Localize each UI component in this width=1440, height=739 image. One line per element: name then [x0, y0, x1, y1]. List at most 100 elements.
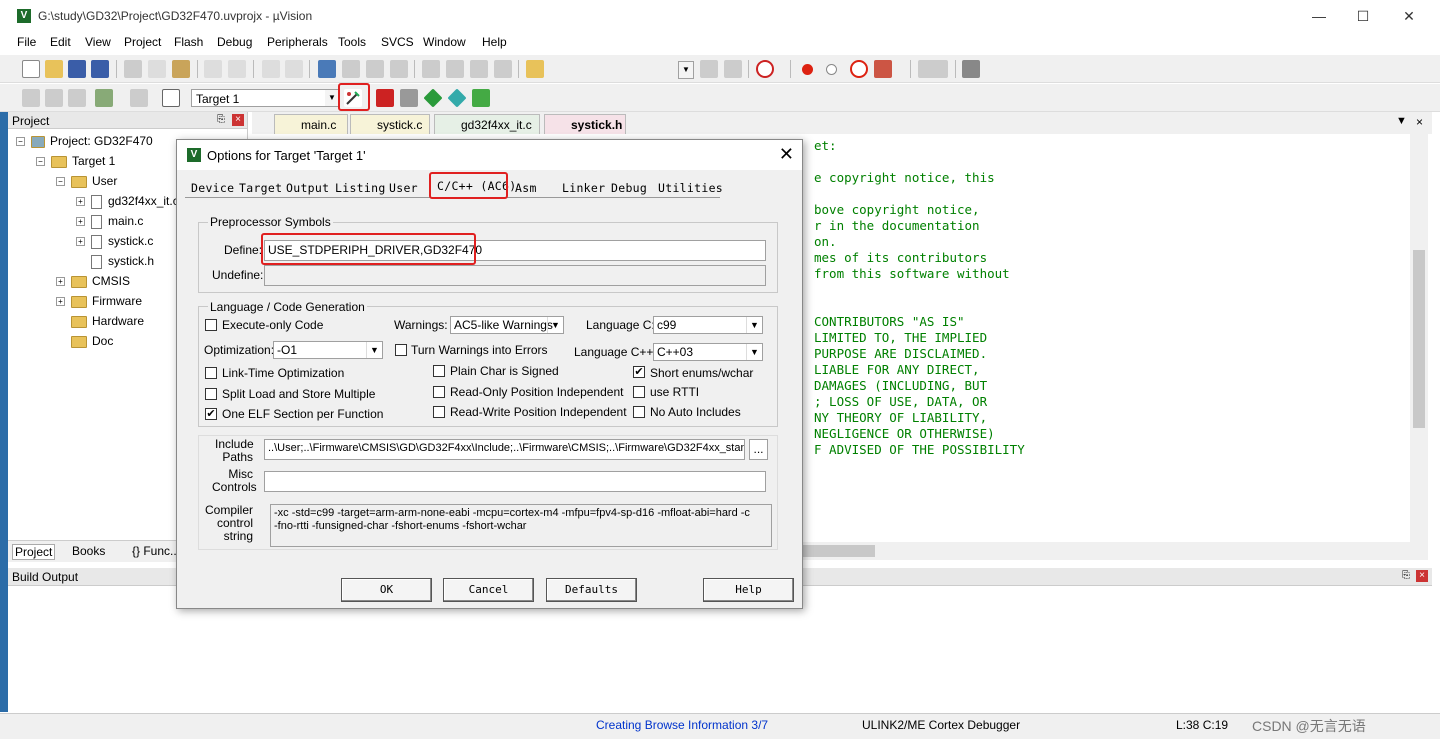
editor-tab-it[interactable]: gd32f4xx_it.c	[434, 114, 540, 134]
pin-icon[interactable]: ⎘	[1400, 570, 1412, 582]
prev-bookmark-icon[interactable]	[342, 60, 360, 78]
debug-session-icon[interactable]	[756, 60, 774, 78]
find-combo[interactable]: ▼	[678, 61, 694, 79]
tree-group-user[interactable]: − User	[56, 174, 117, 188]
nav-back-icon[interactable]	[262, 60, 280, 78]
scroll-thumb[interactable]	[800, 545, 875, 557]
tab-user[interactable]: User	[389, 180, 418, 197]
close-editor-icon[interactable]: ×	[1416, 115, 1423, 129]
include-browse-button[interactable]: ...	[749, 439, 768, 460]
menu-project[interactable]: Project	[124, 35, 161, 49]
build-icon[interactable]	[45, 89, 63, 107]
tab-project[interactable]: Project	[12, 544, 56, 560]
target-select[interactable]: Target 1 ▼	[191, 89, 340, 107]
window-layout-icon[interactable]	[918, 60, 948, 78]
tab-device[interactable]: Device	[191, 180, 234, 197]
comment-icon[interactable]	[470, 60, 488, 78]
batch-build-icon[interactable]	[95, 89, 113, 107]
tree-group-firmware[interactable]: + Firmware	[56, 294, 142, 308]
nav-forward-icon[interactable]	[285, 60, 303, 78]
save-all-icon[interactable]	[91, 60, 109, 78]
editor-tab-systick-h[interactable]: systick.h	[544, 114, 626, 134]
tree-group-doc[interactable]: Doc	[71, 334, 113, 348]
help-button[interactable]: Help	[703, 578, 794, 602]
language-cpp-select[interactable]: C++03 ▼	[653, 343, 763, 361]
dialog-close-button[interactable]: ✕	[779, 144, 794, 164]
tree-file-systick-c[interactable]: + systick.c	[76, 234, 153, 249]
tree-file-it[interactable]: + gd32f4xx_it.c	[76, 194, 179, 209]
tree-project[interactable]: − Project: GD32F470	[16, 134, 153, 148]
use-rtti-checkbox[interactable]	[633, 386, 645, 398]
paste-icon[interactable]	[172, 60, 190, 78]
configure-icon[interactable]	[962, 60, 980, 78]
editor-vertical-scrollbar[interactable]	[1410, 134, 1428, 542]
menu-debug[interactable]: Debug	[217, 35, 252, 49]
new-file-icon[interactable]	[22, 60, 40, 78]
kill-breakpoints-icon[interactable]	[850, 60, 868, 78]
bookmark-icon[interactable]	[318, 60, 336, 78]
incremental-find-icon[interactable]	[724, 60, 742, 78]
translate-icon[interactable]	[22, 89, 40, 107]
download-icon[interactable]	[162, 89, 180, 107]
tab-listing[interactable]: Listing	[335, 180, 386, 197]
editor-horizontal-scrollbar[interactable]	[800, 542, 1428, 560]
minimize-button[interactable]: —	[1296, 4, 1342, 28]
tab-linker[interactable]: Linker	[562, 180, 605, 197]
cancel-button[interactable]: Cancel	[443, 578, 534, 602]
menu-svcs[interactable]: SVCS	[381, 35, 414, 49]
close-window-button[interactable]: ✕	[1386, 4, 1432, 28]
rwpi-checkbox[interactable]	[433, 406, 445, 418]
warnings-select[interactable]: AC5-like Warnings ▼	[450, 316, 564, 334]
editor-tab-main[interactable]: main.c	[274, 114, 348, 134]
cut-icon[interactable]	[124, 60, 142, 78]
copy-icon[interactable]	[148, 60, 166, 78]
select-packs-icon[interactable]	[447, 88, 467, 108]
rebuild-icon[interactable]	[68, 89, 86, 107]
kill-all-breakpoints-icon[interactable]	[874, 60, 892, 78]
manage-project-icon[interactable]	[376, 89, 394, 107]
lto-checkbox[interactable]	[205, 367, 217, 379]
defaults-button[interactable]: Defaults	[546, 578, 637, 602]
tab-utilities[interactable]: Utilities	[658, 180, 723, 197]
optimization-select[interactable]: -O1 ▼	[273, 341, 383, 359]
pack-installer-icon[interactable]	[423, 88, 443, 108]
pin-icon[interactable]: ⎘	[215, 114, 227, 126]
tab-target[interactable]: Target	[239, 180, 282, 197]
breakpoint-icon[interactable]	[802, 64, 813, 75]
include-paths-input[interactable]: ..\User;..\Firmware\CMSIS\GD\GD32F4xx\In…	[264, 439, 745, 460]
menu-view[interactable]: View	[85, 35, 111, 49]
scroll-thumb[interactable]	[1413, 250, 1425, 428]
close-pane-icon[interactable]: ×	[1416, 570, 1428, 582]
close-pane-icon[interactable]: ×	[232, 114, 244, 126]
tab-output[interactable]: Output	[286, 180, 329, 197]
plain-char-checkbox[interactable]	[433, 365, 445, 377]
language-c-select[interactable]: c99 ▼	[653, 316, 763, 334]
menu-flash[interactable]: Flash	[174, 35, 203, 49]
tab-debug[interactable]: Debug	[611, 180, 647, 197]
menu-help[interactable]: Help	[482, 35, 507, 49]
next-bookmark-icon[interactable]	[366, 60, 384, 78]
editor-tab-systick-c[interactable]: systick.c	[350, 114, 430, 134]
execute-only-checkbox[interactable]	[205, 319, 217, 331]
split-ldm-checkbox[interactable]	[205, 388, 217, 400]
ok-button[interactable]: OK	[341, 578, 432, 602]
open-folder-icon[interactable]	[45, 60, 63, 78]
tab-books[interactable]: Books	[72, 544, 105, 558]
maximize-button[interactable]: ☐	[1340, 4, 1386, 28]
menu-window[interactable]: Window	[423, 35, 466, 49]
file-extensions-icon[interactable]	[400, 89, 418, 107]
warn-errors-checkbox[interactable]	[395, 344, 407, 356]
manage-rte-icon[interactable]	[472, 89, 490, 107]
tree-file-systick-h[interactable]: systick.h	[91, 254, 154, 269]
save-icon[interactable]	[68, 60, 86, 78]
disable-breakpoint-icon[interactable]	[826, 64, 837, 75]
unindent-icon[interactable]	[446, 60, 464, 78]
stop-build-icon[interactable]	[130, 89, 148, 107]
undo-icon[interactable]	[204, 60, 222, 78]
undefine-input[interactable]	[264, 265, 766, 286]
find-icon[interactable]	[700, 60, 718, 78]
redo-icon[interactable]	[228, 60, 246, 78]
tree-group-cmsis[interactable]: + CMSIS	[56, 274, 130, 288]
tab-asm[interactable]: Asm	[515, 180, 537, 197]
menu-file[interactable]: File	[17, 35, 36, 49]
